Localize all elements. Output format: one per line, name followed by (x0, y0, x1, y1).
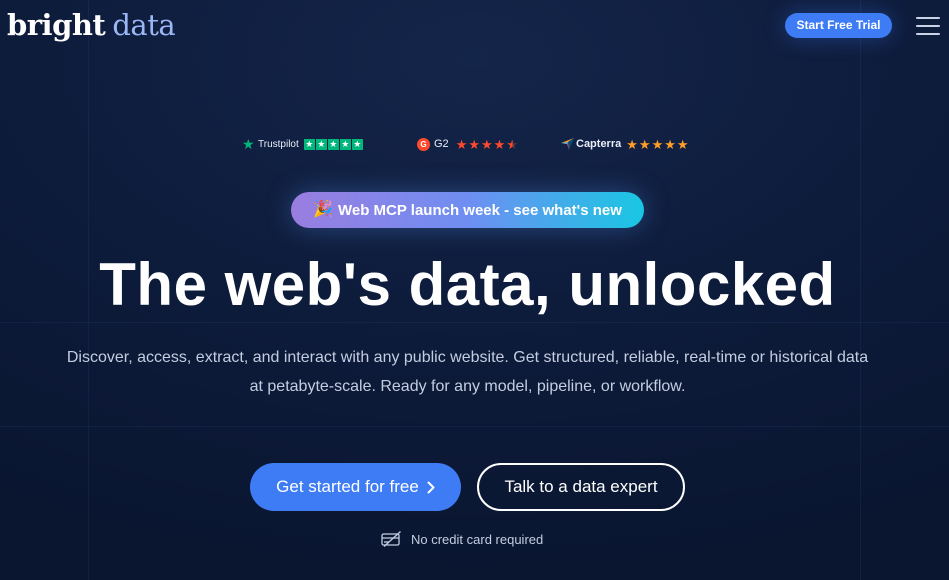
capterra-logo-icon (561, 138, 574, 150)
announcement-label: Web MCP launch week - see what's new (337, 201, 622, 219)
party-popper-icon: 🎉 (313, 201, 333, 218)
start-free-trial-button[interactable]: Start Free Trial (785, 13, 892, 38)
g2-label: G2 (434, 138, 449, 150)
trustpilot-label: Trustpilot (258, 138, 299, 150)
half-star-icon: ★ (506, 136, 518, 152)
trustpilot-rating[interactable]: ★ Trustpilot ★ ★ ★ ★ ★ (242, 135, 364, 153)
trustpilot-star-icon: ★ (315, 138, 327, 150)
hamburger-menu-icon[interactable] (916, 16, 940, 36)
trustpilot-star-icon: ★ (242, 136, 255, 152)
star-icon: ★ (651, 136, 664, 152)
no-credit-card-note: No credit card required (381, 529, 543, 549)
hero-title: The web's data, unlocked (99, 251, 836, 318)
capterra-rating[interactable]: Capterra ★ ★ ★ ★ ★ (561, 135, 690, 153)
chevron-right-icon (427, 481, 435, 494)
get-started-label: Get started for free (276, 477, 419, 496)
star-icon: ★ (626, 136, 638, 152)
star-icon: ★ (676, 136, 689, 152)
grid-line (0, 426, 949, 427)
g2-rating[interactable]: G G2 ★ ★ ★ ★ ★ (417, 135, 519, 153)
announcement-pill[interactable]: 🎉 Web MCP launch week - see what's new (291, 192, 644, 228)
talk-to-expert-button[interactable]: Talk to a data expert (477, 463, 685, 511)
hero-description: Discover, access, extract, and interact … (66, 349, 869, 395)
star-icon: ★ (493, 136, 506, 152)
credit-card-icon (381, 531, 402, 547)
star-icon: ★ (468, 136, 480, 152)
star-icon: ★ (638, 136, 651, 152)
star-icon: ★ (664, 136, 676, 152)
talk-to-expert-label: Talk to a data expert (504, 477, 658, 496)
no-credit-card-label: No credit card required (411, 531, 544, 547)
trustpilot-star-icon: ★ (303, 138, 315, 150)
trustpilot-star-icon: ★ (327, 138, 339, 150)
trustpilot-star-icon: ★ (351, 138, 363, 150)
get-started-button[interactable]: Get started for free (250, 463, 461, 511)
brand-logo[interactable]: bright data (7, 8, 176, 42)
grid-line (0, 322, 949, 323)
logo-text-bright: bright (7, 8, 106, 42)
star-icon: ★ (481, 136, 493, 152)
logo-text-data: data (112, 8, 176, 42)
capterra-label: Capterra (576, 138, 622, 150)
g2-logo-icon: G (417, 137, 430, 151)
star-icon: ★ (455, 136, 468, 152)
trustpilot-star-icon: ★ (339, 138, 351, 150)
